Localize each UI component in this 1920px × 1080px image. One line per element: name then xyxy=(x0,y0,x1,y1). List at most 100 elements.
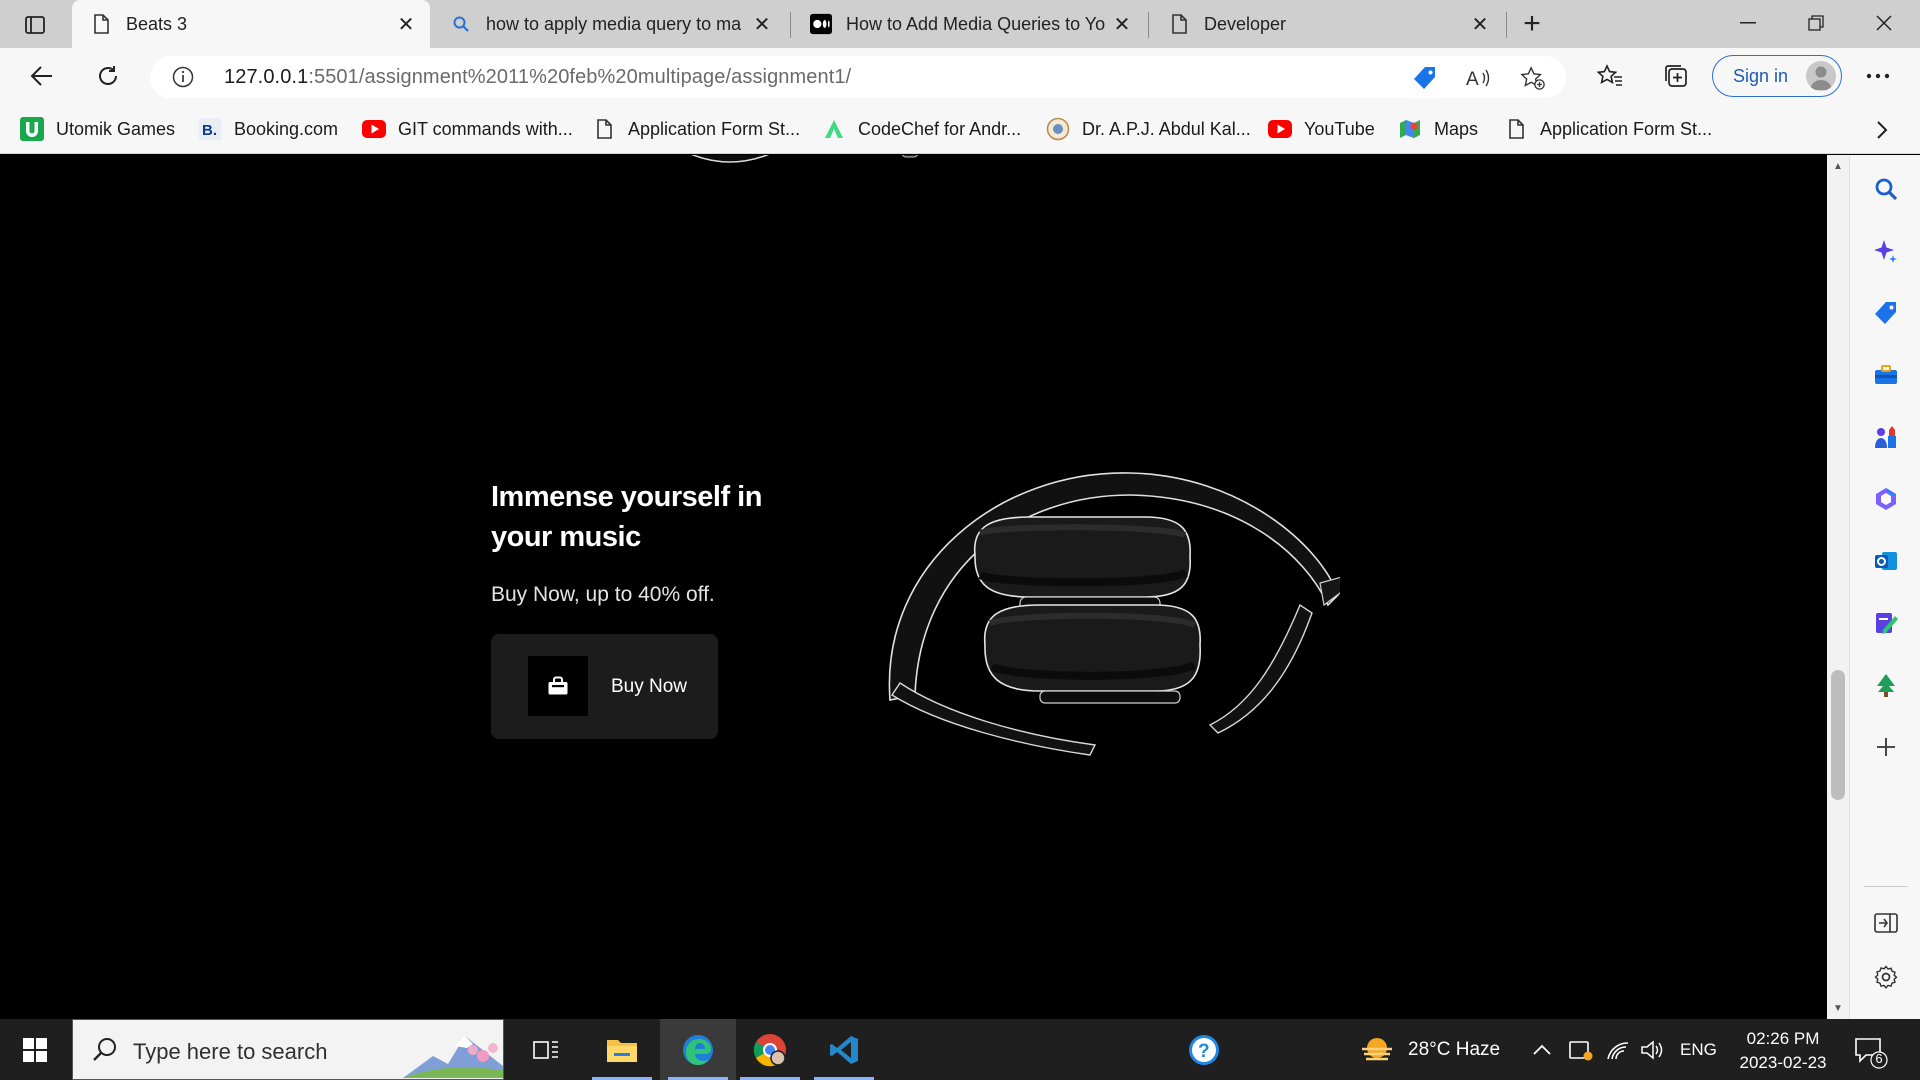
notification-count: 6 xyxy=(1875,1051,1883,1066)
tab-developer[interactable]: Developer ✕ xyxy=(1150,0,1504,48)
sidebar-search-icon[interactable] xyxy=(1870,173,1902,205)
sidebar-outlook-icon[interactable] xyxy=(1870,545,1902,577)
close-tab-icon[interactable]: ✕ xyxy=(392,10,420,38)
tab-strip: Beats 3 ✕ how to apply media query to ma… xyxy=(0,0,1920,48)
speaker-icon xyxy=(1641,1039,1663,1060)
address-bar[interactable]: 127.0.0.1:5501/assignment%2011%20feb%20m… xyxy=(150,56,1566,98)
bookmark-label: CodeChef for Andr... xyxy=(858,118,1022,139)
bookmark-youtube[interactable]: YouTube xyxy=(1268,115,1375,143)
weather-widget[interactable]: 28°C Haze xyxy=(1358,1019,1500,1080)
sidebar-games-icon[interactable] xyxy=(1870,421,1902,453)
sign-in-label: Sign in xyxy=(1733,65,1789,86)
chrome-app[interactable] xyxy=(732,1019,808,1080)
buy-now-button[interactable]: Buy Now xyxy=(491,634,718,739)
bookmark-utomik-games[interactable]: Utomik Games xyxy=(20,115,175,143)
site-info-icon[interactable] xyxy=(172,66,194,88)
bookmark-label: Application Form St... xyxy=(628,118,801,139)
url-text[interactable]: 127.0.0.1:5501/assignment%2011%20feb%20m… xyxy=(224,66,851,89)
bookmark-apj-abdul-kalam[interactable]: Dr. A.P.J. Abdul Kal... xyxy=(1046,115,1251,143)
tab-medium-article[interactable]: How to Add Media Queries to Yo ✕ xyxy=(792,0,1146,48)
bookmark-application-form-1[interactable]: Application Form St... xyxy=(592,115,800,143)
notification-center-button[interactable]: 6 xyxy=(1852,1033,1888,1069)
show-hidden-icons-button[interactable] xyxy=(1532,1019,1552,1080)
battery-status[interactable] xyxy=(1568,1019,1594,1080)
sidebar-discover-icon[interactable] xyxy=(1870,235,1902,267)
windows-logo-icon xyxy=(23,1037,47,1062)
hide-sidebar-icon[interactable] xyxy=(1870,907,1902,939)
bookmark-application-form-2[interactable]: Application Form St... xyxy=(1504,115,1712,143)
tab-separator xyxy=(790,12,791,38)
sidebar-add-icon[interactable] xyxy=(1870,731,1902,763)
youtube-icon xyxy=(1268,117,1292,141)
sidebar-tree-icon[interactable] xyxy=(1870,669,1902,701)
search-icon xyxy=(450,13,472,35)
search-icon xyxy=(93,1038,116,1061)
read-aloud-icon[interactable]: A xyxy=(1466,65,1492,91)
close-tab-icon[interactable]: ✕ xyxy=(1108,10,1136,38)
bookmark-git-commands[interactable]: GIT commands with... xyxy=(362,115,573,143)
buy-now-label: Buy Now xyxy=(611,676,688,697)
shopping-bag-icon xyxy=(528,656,588,716)
tab-title: Developer xyxy=(1204,13,1287,34)
medium-icon xyxy=(810,13,832,35)
favorites-button[interactable] xyxy=(1590,56,1630,96)
refresh-icon xyxy=(99,66,117,85)
settings-more-button[interactable] xyxy=(1858,56,1898,96)
bookmark-codechef[interactable]: CodeChef for Andr... xyxy=(822,115,1021,143)
restore-button[interactable] xyxy=(1782,0,1850,46)
sidebar-drop-icon[interactable] xyxy=(1870,607,1902,639)
volume-control[interactable] xyxy=(1640,1019,1664,1080)
close-tab-icon[interactable]: ✕ xyxy=(1466,10,1494,38)
minimize-button[interactable] xyxy=(1714,0,1782,46)
sign-in-button[interactable]: Sign in xyxy=(1712,55,1842,97)
system-clock[interactable]: 02:26 PM 2023-02-23 xyxy=(1728,1027,1838,1075)
collections-button[interactable] xyxy=(1656,56,1696,96)
new-tab-button[interactable]: + xyxy=(1514,6,1550,42)
shopping-tag-icon[interactable] xyxy=(1412,65,1438,91)
edge-sidebar xyxy=(1849,155,1920,1019)
back-button[interactable] xyxy=(22,56,62,96)
bookmark-label: GIT commands with... xyxy=(398,118,573,139)
scroll-down-arrow-icon[interactable]: ▼ xyxy=(1831,1001,1845,1015)
sidebar-settings-icon[interactable] xyxy=(1870,961,1902,993)
file-explorer-app[interactable] xyxy=(584,1019,660,1080)
clock-date: 2023-02-23 xyxy=(1739,1053,1827,1072)
close-window-button[interactable] xyxy=(1850,0,1918,46)
bookmark-maps[interactable]: Maps xyxy=(1398,115,1478,143)
tab-media-query-search[interactable]: how to apply media query to ma ✕ xyxy=(432,0,786,48)
url-host: 127.0.0.1 xyxy=(224,66,309,88)
svg-text:B.: B. xyxy=(202,122,217,139)
network-status[interactable] xyxy=(1606,1019,1630,1080)
taskbar-search-box[interactable]: Type here to search xyxy=(72,1019,504,1080)
bookmark-label: Utomik Games xyxy=(56,118,176,139)
youtube-icon xyxy=(362,117,386,141)
close-tab-icon[interactable]: ✕ xyxy=(748,10,776,38)
page-scrollbar[interactable]: ▲ ▼ xyxy=(1827,155,1849,1019)
refresh-button[interactable] xyxy=(88,56,128,96)
bookmark-label: Maps xyxy=(1434,118,1479,139)
bookmark-label: Application Form St... xyxy=(1540,118,1713,139)
sidebar-microsoft365-icon[interactable] xyxy=(1870,483,1902,515)
more-bookmarks-button[interactable] xyxy=(1868,116,1896,144)
tab-actions-button[interactable] xyxy=(16,10,54,40)
page-icon xyxy=(1504,117,1528,141)
page-icon xyxy=(592,117,616,141)
sidebar-tools-icon[interactable] xyxy=(1870,359,1902,391)
scrollbar-thumb[interactable] xyxy=(1831,670,1845,800)
tab-beats[interactable]: Beats 3 ✕ xyxy=(72,0,430,48)
help-app[interactable]: ? xyxy=(1166,1019,1242,1080)
tab-title: How to Add Media Queries to Yo xyxy=(846,13,1106,34)
plus-icon: + xyxy=(1523,7,1541,40)
vscode-app[interactable] xyxy=(806,1019,882,1080)
search-placeholder: Type here to search xyxy=(133,1039,328,1064)
bookmark-booking[interactable]: B. Booking.com xyxy=(198,115,338,143)
sidebar-shopping-icon[interactable] xyxy=(1870,297,1902,329)
chevron-right-icon xyxy=(1877,121,1888,139)
start-button[interactable] xyxy=(0,1019,70,1080)
scroll-up-arrow-icon[interactable]: ▲ xyxy=(1831,159,1845,173)
edge-app[interactable] xyxy=(660,1019,736,1080)
add-favorite-icon[interactable] xyxy=(1520,65,1546,91)
task-view-button[interactable] xyxy=(508,1019,584,1080)
battery-icon xyxy=(1569,1040,1593,1060)
input-language[interactable]: ENG xyxy=(1680,1019,1717,1080)
